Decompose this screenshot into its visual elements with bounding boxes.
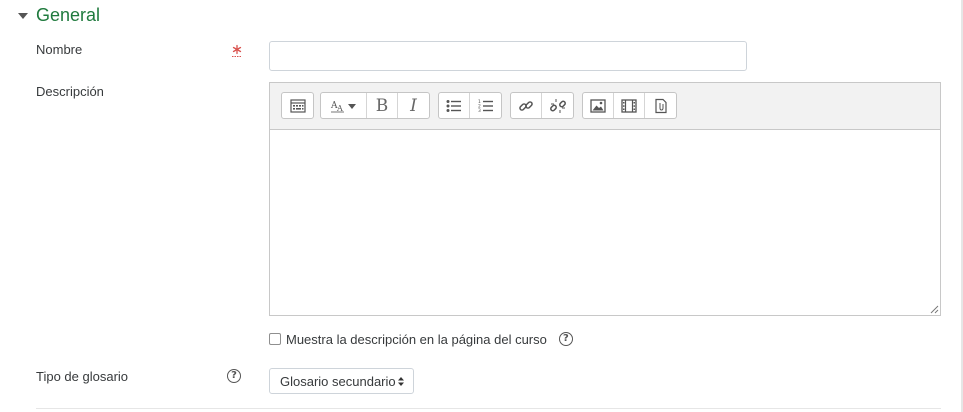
section-toggle-general[interactable]: General — [18, 4, 100, 26]
descripcion-label: Descripción — [36, 84, 104, 99]
required-asterisk-icon — [232, 44, 242, 57]
tipo-glosario-label: Tipo de glosario — [36, 369, 129, 384]
toolbar-group-1 — [281, 92, 314, 119]
media-icon — [621, 98, 637, 113]
image-button[interactable] — [583, 93, 614, 118]
unordered-list-button[interactable] — [439, 93, 470, 118]
italic-button[interactable]: I — [398, 93, 429, 118]
show-description-label[interactable]: Muestra la descripción en la página del … — [286, 332, 547, 347]
unordered-list-icon — [446, 99, 461, 112]
bold-button[interactable]: B — [367, 93, 398, 118]
caret-down-icon — [18, 12, 28, 19]
form-divider — [36, 408, 941, 409]
show-description-row: Muestra la descripción en la página del … — [269, 330, 573, 348]
ordered-list-icon: 123 — [478, 99, 493, 113]
font-style-icon: A A — [330, 101, 356, 113]
image-icon — [590, 98, 606, 113]
nombre-label: Nombre — [36, 42, 83, 57]
toolbar-toggle-icon — [289, 98, 306, 113]
file-button[interactable] — [645, 93, 676, 118]
link-button[interactable] — [511, 93, 542, 118]
toolbar-group-5 — [582, 92, 677, 119]
toolbar-group-4 — [510, 92, 574, 119]
select-arrows-icon — [398, 377, 404, 386]
nombre-input[interactable] — [269, 41, 747, 71]
tipo-glosario-selected: Glosario secundario — [280, 373, 396, 389]
unlink-icon — [549, 98, 566, 113]
font-style-button[interactable]: A A — [321, 93, 367, 118]
media-button[interactable] — [614, 93, 645, 118]
help-icon[interactable]: ? — [558, 332, 573, 346]
description-editor: A A B I 1 2 3 — [269, 82, 941, 316]
toolbar-group-2: A A B I — [320, 92, 430, 119]
ordered-list-button[interactable]: 123 — [470, 93, 501, 118]
link-icon — [519, 100, 533, 111]
help-icon[interactable]: ? — [227, 369, 241, 383]
editor-content-area[interactable] — [270, 130, 940, 315]
show-description-checkbox[interactable] — [269, 333, 281, 345]
file-icon — [654, 98, 667, 113]
tipo-glosario-select[interactable]: Glosario secundario — [269, 368, 414, 394]
toolbar-toggle-button[interactable] — [282, 93, 313, 118]
bold-icon: B — [375, 95, 389, 116]
italic-icon: I — [410, 95, 417, 116]
editor-toolbar: A A B I 1 2 3 — [270, 83, 940, 130]
svg-text:3: 3 — [478, 108, 481, 113]
unlink-button[interactable] — [542, 93, 573, 118]
section-title: General — [36, 4, 101, 25]
resize-grip-icon[interactable] — [929, 304, 939, 314]
toolbar-group-3: 123 — [438, 92, 502, 119]
